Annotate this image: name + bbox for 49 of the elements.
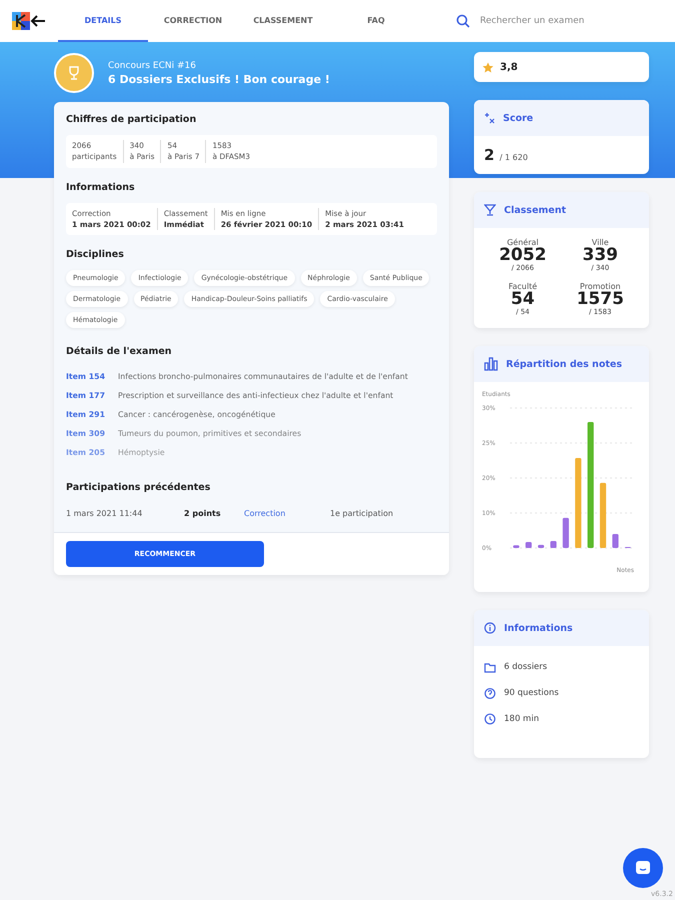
- rank-label: Ville: [592, 238, 609, 247]
- info-text: 180 min: [504, 714, 539, 724]
- rating-value: 3,8: [500, 62, 518, 72]
- rank-value: 1575: [576, 291, 624, 308]
- card-title: Score: [503, 112, 534, 124]
- rank-label: Faculté: [508, 282, 538, 291]
- section-title: Chiffres de participation: [66, 114, 198, 125]
- section-title: Détails de l'examen: [66, 346, 173, 357]
- participation-rank: 1e participation: [330, 509, 394, 518]
- nav-tab[interactable]: CLASSEMENT: [238, 0, 328, 42]
- card-title: Classement: [504, 204, 566, 216]
- back-arrow-icon[interactable]: [30, 13, 46, 29]
- chat-icon: [635, 860, 651, 876]
- bar: [538, 544, 544, 548]
- rank-value: 2052: [499, 247, 546, 264]
- exam-subtitle: Concours ECNi #16: [108, 60, 197, 70]
- rank-value: 339: [582, 247, 618, 264]
- nav-tab[interactable]: CORRECTION: [148, 0, 238, 42]
- bar: [550, 541, 556, 548]
- folder-icon: [484, 661, 496, 673]
- participation-date: 1 mars 2021 11:44: [66, 509, 144, 518]
- bar: [562, 518, 569, 548]
- question-icon: [484, 687, 496, 699]
- exam-title: 6 Dossiers Exclusifs ! Bon courage !: [108, 72, 330, 86]
- section-title: Informations: [66, 182, 136, 192]
- star-icon: [482, 62, 494, 72]
- card-title: Informations: [504, 622, 573, 634]
- nav-tab[interactable]: FAQ: [346, 0, 406, 42]
- bar: [526, 542, 532, 548]
- rank-value: 54: [510, 291, 535, 308]
- card-title: Répartition des notes: [506, 358, 622, 370]
- bar: [513, 545, 520, 548]
- bar-chart-icon: [484, 357, 498, 371]
- section-title: Participations précédentes: [66, 482, 212, 493]
- info-icon: [484, 622, 496, 634]
- score-value: 2 / 1 620: [483, 145, 529, 166]
- search-icon[interactable]: [456, 14, 470, 28]
- participation-points: 2 points: [184, 509, 222, 518]
- correction-link[interactable]: Correction: [244, 509, 330, 518]
- bar: [612, 534, 618, 548]
- logo-icon[interactable]: [12, 12, 30, 30]
- rank-label: Promotion: [580, 282, 621, 291]
- info-text: 90 questions: [504, 688, 559, 698]
- rank-label: Général: [506, 238, 539, 247]
- info-text: 6 dossiers: [504, 662, 548, 672]
- bar: [600, 482, 606, 548]
- section-title: Disciplines: [66, 249, 125, 260]
- chat-button[interactable]: [623, 848, 663, 888]
- clock-icon: [484, 713, 496, 725]
